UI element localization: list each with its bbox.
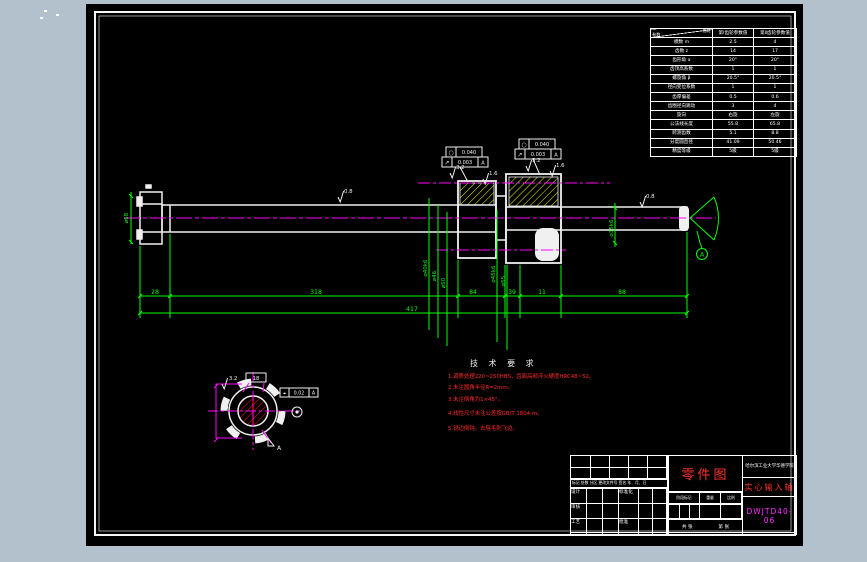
- row-label: 齿厚偏差: [650, 91, 713, 103]
- row-value: 8.8: [753, 128, 797, 139]
- table-header-col1: 第Ⅰ齿轮参数值: [712, 27, 754, 39]
- row-label: 旋向: [650, 110, 713, 121]
- table-row: 齿圈径向跳动 3 4: [650, 101, 797, 112]
- header-diag-top: 齿轮: [702, 28, 711, 33]
- design-label: 设计: [571, 489, 587, 504]
- stage-boxes: [668, 504, 743, 519]
- part-name-cell: 实心输入轴: [742, 477, 797, 497]
- drawing-number-cell: DWJTD40-06: [742, 496, 797, 535]
- sheet-count-row: 共 张 第 张: [668, 519, 743, 535]
- craft-label: 工艺: [571, 519, 587, 534]
- approve-label: 批准: [619, 519, 639, 534]
- row-label: 跨测齿数: [650, 128, 713, 139]
- tech-req-title: 技 术 要 求: [470, 359, 538, 368]
- table-row: 径向变位系数 1 1: [650, 82, 797, 93]
- signature-grid: 设计 标准化 审核 工艺 批准: [570, 488, 668, 535]
- table-row: 模数 m 2.5 4: [650, 37, 797, 48]
- title-block: 标记 处数 分区 更改文件号 签名 年、月、日 设计 标准化 审核 工艺 批准 …: [570, 455, 797, 535]
- row-value: 0.6: [753, 91, 797, 103]
- tech-req-item: 2.未注圆角半径R=2mm。: [448, 385, 514, 392]
- row-label: 径向变位系数: [650, 82, 713, 93]
- row-value: 55.8: [712, 119, 754, 130]
- row-label: 分度圆直径: [650, 137, 713, 148]
- row-value: 3: [712, 101, 754, 112]
- row-value: 20.5°: [753, 73, 797, 84]
- row-label: 螺旋角 β: [650, 73, 713, 84]
- row-value: 左旋: [753, 110, 797, 121]
- row-value: 4: [753, 101, 797, 112]
- tech-req-item: 1.调质处理220~250HBS，齿面高频淬火硬度HRC48~52。: [448, 374, 595, 380]
- row-label: 齿数 z: [650, 46, 713, 57]
- row-value: 2.5: [712, 37, 754, 48]
- row-label: 精度等级: [650, 146, 713, 158]
- row-value: 0.5: [712, 91, 754, 103]
- technical-requirements: 技 术 要 求 1.调质处理220~250HBS，齿面高频淬火硬度HRC48~5…: [448, 358, 633, 432]
- screen-artifact: [56, 14, 59, 16]
- row-value: 65.8: [753, 119, 797, 130]
- row-value: 右旋: [712, 110, 754, 121]
- doc-type-cell: 零件图: [668, 455, 743, 492]
- tech-req-item: 5.锐边倒钝，去除毛刺飞边。: [448, 425, 518, 432]
- gear-parameter-table: 齿轮 参数 第Ⅰ齿轮参数值 第Ⅱ齿轮参数值 模数 m 2.5 4 齿数 z 14 17 …: [650, 27, 797, 158]
- row-label: 齿顶高系数: [650, 64, 713, 75]
- table-header-diagonal: 齿轮 参数: [650, 27, 713, 39]
- standardization-label: 标准化: [619, 489, 639, 504]
- screen-artifact: [44, 10, 47, 12]
- table-row: 旋向 右旋 左旋: [650, 110, 797, 121]
- row-label: 齿圈径向跳动: [650, 101, 713, 112]
- cad-viewport: A 28 318 84 39 11 88 417 ⌀68 ⌀40k6 ⌀46 ⌀…: [0, 0, 867, 562]
- table-row: 齿形角 α 20° 20°: [650, 55, 797, 66]
- table-row: 公法线长度 55.8 65.8: [650, 119, 797, 130]
- row-value: 5级: [712, 146, 754, 158]
- row-value: 1: [712, 64, 754, 75]
- row-value: 1: [712, 82, 754, 93]
- row-value: 1: [753, 82, 797, 93]
- table-row: 齿数 z 14 17: [650, 46, 797, 57]
- row-value: 5级: [753, 146, 797, 158]
- organization-name: 哈尔滨工业大学华德学院: [742, 455, 797, 478]
- doc-type: 零件图: [681, 468, 730, 483]
- row-value: 41.09: [712, 137, 754, 148]
- stage-label: 阶段标记: [669, 493, 700, 503]
- row-value: 4: [753, 37, 797, 48]
- row-value: 17: [753, 46, 797, 57]
- row-value: 20°: [712, 55, 754, 66]
- check-label: 审核: [571, 504, 587, 519]
- weight-label: 重量: [700, 493, 721, 503]
- row-value: 1: [753, 64, 797, 75]
- drawing-number: DWJTD40-06: [746, 506, 793, 525]
- revision-table: [570, 455, 668, 479]
- stage-row: 阶段标记 重量 比例: [668, 492, 743, 504]
- row-value: 20°: [753, 55, 797, 66]
- table-row: 精度等级 5级 5级: [650, 146, 797, 158]
- tech-req-item: 3.未注倒角为1×45°。: [448, 396, 503, 403]
- screen-artifact: [40, 17, 43, 19]
- row-label: 公法线长度: [650, 119, 713, 130]
- table-row: 螺旋角 β 20.5° 20.5°: [650, 73, 797, 84]
- scale-label: 比例: [721, 493, 742, 503]
- table-header-col2: 第Ⅱ齿轮参数值: [753, 27, 797, 39]
- page-number: 第 张: [718, 525, 730, 530]
- part-name: 实心输入轴: [744, 482, 795, 492]
- header-diag-bottom: 参数: [652, 31, 661, 37]
- tech-req-item: 4.线性尺寸未注公差按GB/T 1804-m。: [448, 411, 543, 418]
- table-row: 齿厚偏差 0.5 0.6: [650, 91, 797, 103]
- row-value: 14: [712, 46, 754, 57]
- row-value: 50.46: [753, 137, 797, 148]
- row-label: 模数 m: [650, 37, 713, 48]
- marks-row: 标记 处数 分区 更改文件号 签名 年、月、日: [570, 479, 668, 488]
- table-row: 齿顶高系数 1 1: [650, 64, 797, 75]
- total-sheets: 共 张: [681, 525, 693, 530]
- row-label: 齿形角 α: [650, 55, 713, 66]
- row-value: 20.5°: [712, 73, 754, 84]
- row-value: 5.1: [712, 128, 754, 139]
- table-row: 跨测齿数 5.1 8.8: [650, 128, 797, 139]
- table-row: 分度圆直径 41.09 50.46: [650, 137, 797, 148]
